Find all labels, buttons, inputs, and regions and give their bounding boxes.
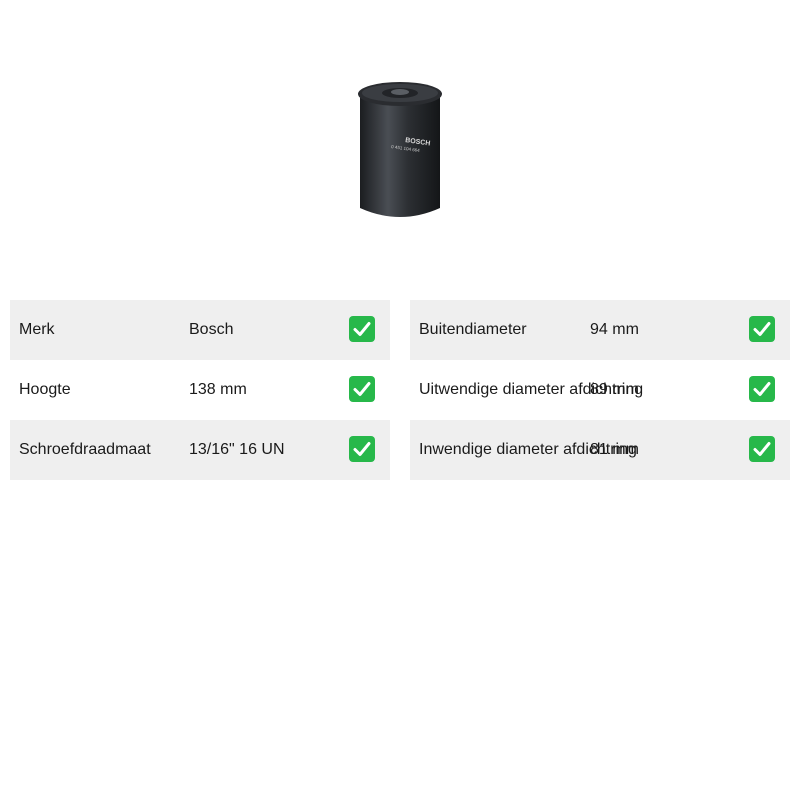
spec-label: Schroefdraadmaat — [19, 441, 151, 458]
spec-label: Hoogte — [19, 381, 71, 398]
spec-value: Bosch — [189, 321, 234, 338]
spec-value: 13/16" 16 UN — [189, 441, 285, 458]
spec-value: 94 mm — [590, 321, 639, 338]
spec-row-thread-size: Schroefdraadmaat 13/16" 16 UN — [10, 420, 390, 480]
spec-row-height: Hoogte 138 mm — [10, 360, 390, 420]
check-mark-button-icon — [749, 376, 775, 402]
check-mark-button-icon — [749, 316, 775, 342]
spec-row-seal-outer-diameter: Uitwendige diameter afdichtring 89 mm — [410, 360, 790, 420]
oil-filter-image: BOSCH 0 451 104 664 — [358, 82, 442, 217]
check-mark-button-icon — [749, 436, 775, 462]
spec-value: 81 mm — [590, 441, 639, 458]
spec-row-outer-diameter: Buitendiameter 94 mm — [410, 300, 790, 360]
check-mark-button-icon — [349, 436, 375, 462]
check-mark-button-icon — [349, 376, 375, 402]
spec-value: 138 mm — [189, 381, 247, 398]
check-mark-button-icon — [349, 316, 375, 342]
spec-label: Merk — [19, 321, 55, 338]
spec-table-right: Buitendiameter 94 mm Uitwendige diameter… — [410, 300, 790, 480]
spec-label: Buitendiameter — [419, 321, 527, 338]
spec-table-left: Merk Bosch Hoogte 138 mm Schroefdraadmaa… — [10, 300, 390, 480]
spec-row-seal-inner-diameter: Inwendige diameter afdichtring 81 mm — [410, 420, 790, 480]
spec-row-brand: Merk Bosch — [10, 300, 390, 360]
spec-value: 89 mm — [590, 381, 639, 398]
